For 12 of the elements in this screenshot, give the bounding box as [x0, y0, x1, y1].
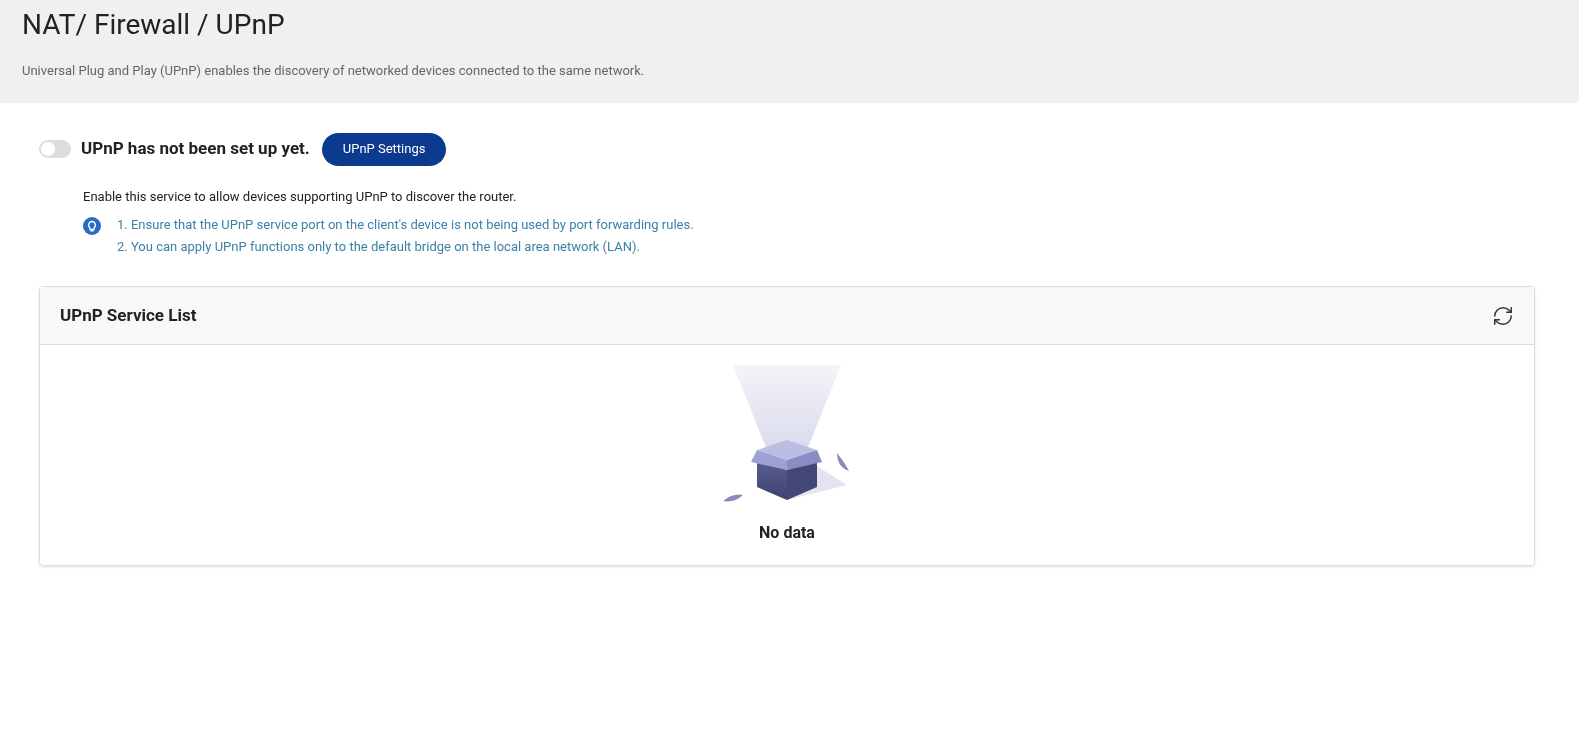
- lightbulb-icon: [83, 217, 101, 235]
- empty-state-text: No data: [759, 522, 815, 544]
- upnp-toggle[interactable]: [39, 140, 71, 158]
- note-text: 1. Ensure that the UPnP service port on the client's device is not being used by port forwarding rules.: [117, 216, 694, 234]
- upnp-status: UPnP has not been set up yet.: [81, 137, 310, 161]
- upnp-settings-button[interactable]: UPnP Settings: [321, 132, 447, 166]
- refresh-icon[interactable]: [1492, 304, 1514, 327]
- service-description: Enable this service to allow devices supporting UPnP to discover the router.: [83, 187, 518, 206]
- note-text: 2. You can apply UPnP functions only to the default bridge on the local area network (LAN).: [117, 237, 641, 256]
- page-title: NAT/ Firewall / UPnP: [22, 7, 286, 43]
- page-description: Universal Plug and Play (UPnP) enables the discovery of networked devices connected to the same network.: [22, 62, 646, 80]
- panel-title: UPnP Service List: [60, 303, 197, 327]
